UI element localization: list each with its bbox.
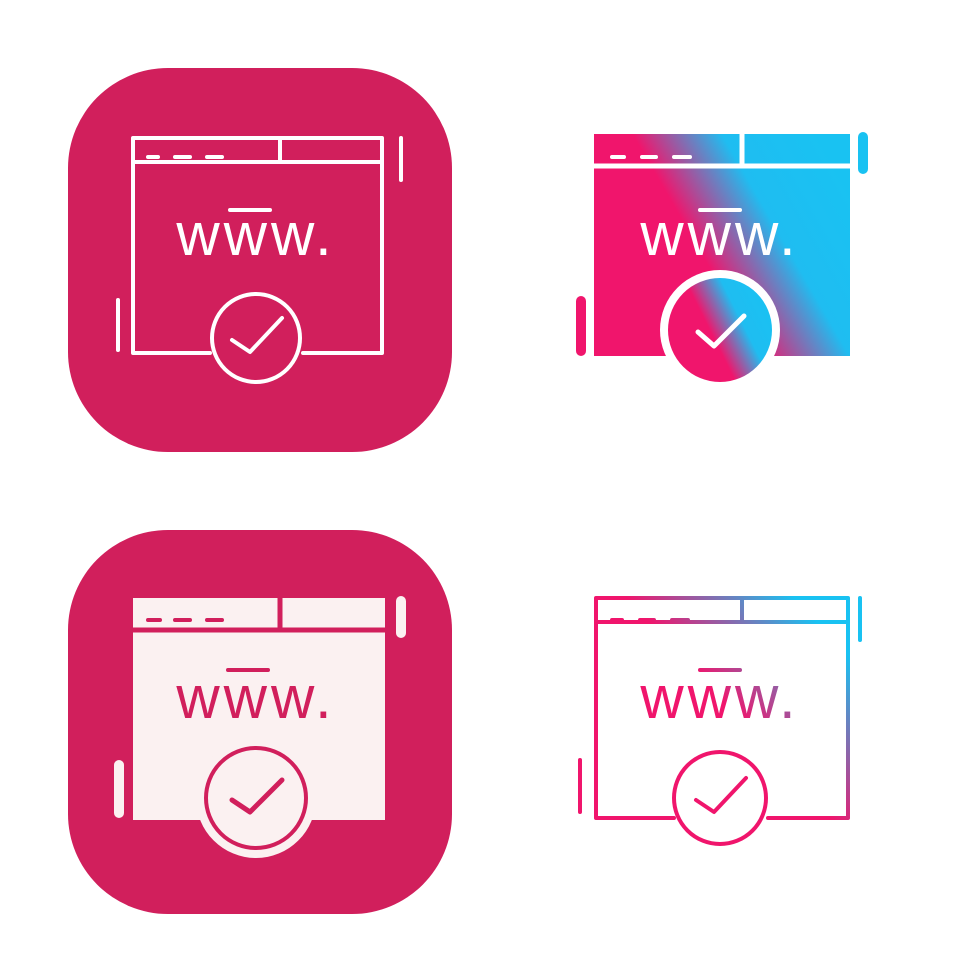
icon-line-on-badge: www.: [68, 68, 452, 452]
address-text: www.: [639, 201, 799, 268]
address-text: www.: [175, 664, 335, 731]
address-text: www.: [639, 664, 799, 731]
icon-gradient-line: www.: [578, 596, 862, 846]
icon-set-svg: www. www. www. www.: [68, 68, 868, 914]
icon-set-canvas: www. www. www. www.: [0, 0, 980, 980]
icon-gradient-glyph: www.: [576, 132, 868, 390]
address-text: www.: [175, 201, 335, 268]
icon-glyph-on-badge: www.: [68, 530, 452, 914]
